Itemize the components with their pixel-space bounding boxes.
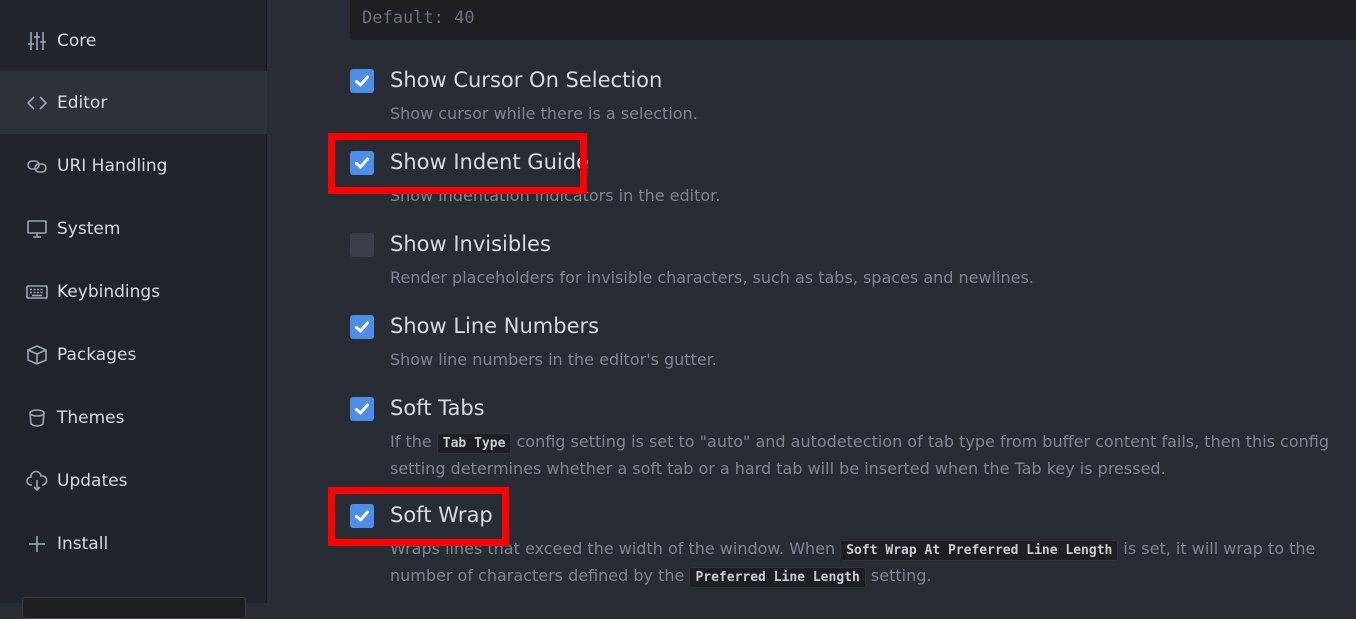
editor-settings-panel: Default: 40 Show Cursor On Selection Sho… — [268, 0, 1356, 603]
sidebar-item-install[interactable]: Install — [0, 512, 267, 575]
checkmark-icon — [355, 510, 369, 522]
inline-code: Tab Type — [436, 433, 512, 454]
desc-text: setting. — [865, 566, 932, 585]
default-value-field[interactable]: Default: 40 — [350, 0, 1356, 40]
checkmark-icon — [355, 75, 369, 87]
sidebar-item-label: Packages — [57, 344, 137, 365]
checkmark-icon — [355, 321, 369, 333]
setting-title: Show Cursor On Selection — [390, 68, 663, 92]
inline-code: Preferred Line Length — [689, 567, 866, 588]
package-icon — [26, 344, 48, 366]
checkbox-show-line-numbers[interactable] — [350, 315, 374, 339]
checkbox-show-invisibles[interactable] — [350, 233, 374, 257]
sidebar-item-themes[interactable]: Themes — [0, 386, 267, 449]
sidebar-item-label: Editor — [57, 92, 108, 113]
checkbox-soft-wrap[interactable] — [350, 504, 374, 528]
sidebar-item-label: Keybindings — [57, 281, 161, 302]
setting-description: If the Tab Type config setting is set to… — [390, 429, 1350, 481]
checkmark-icon — [355, 157, 369, 169]
sidebar-item-editor[interactable]: Editor — [0, 71, 267, 134]
checkbox-show-indent-guide[interactable] — [350, 151, 374, 175]
cloud-download-icon — [26, 470, 48, 492]
sidebar-item-system[interactable]: System — [0, 197, 267, 260]
sidebar-bottom-button[interactable] — [22, 597, 246, 619]
keyboard-icon — [26, 281, 48, 303]
checkbox-show-cursor-on-selection[interactable] — [350, 69, 374, 93]
setting-description: Show indentation indicators in the edito… — [390, 186, 721, 205]
checkmark-icon — [355, 403, 369, 415]
setting-title: Show Indent Guide — [390, 150, 589, 174]
setting-title: Soft Tabs — [390, 396, 485, 420]
sidebar-item-updates[interactable]: Updates — [0, 449, 267, 512]
sidebar-item-label: System — [57, 218, 121, 239]
setting-title: Soft Wrap — [390, 503, 493, 527]
sidebar-item-label: Themes — [57, 407, 125, 428]
checkbox-soft-tabs[interactable] — [350, 397, 374, 421]
setting-title: Show Line Numbers — [390, 314, 600, 338]
monitor-icon — [26, 218, 48, 240]
sidebar-item-label: Updates — [57, 470, 128, 491]
inline-code: Soft Wrap At Preferred Line Length — [840, 540, 1119, 561]
setting-description: Render placeholders for invisible charac… — [390, 268, 1034, 287]
paintcan-icon — [26, 407, 48, 429]
sidebar-item-uri-handling[interactable]: URI Handling — [0, 134, 267, 197]
sidebar-item-keybindings[interactable]: Keybindings — [0, 260, 267, 323]
link-icon — [26, 155, 48, 177]
settings-sidebar: Core Editor URI Handling System Keybindi… — [0, 0, 267, 619]
desc-text: If the — [390, 432, 437, 451]
code-icon — [26, 92, 48, 114]
sidebar-item-label: URI Handling — [57, 155, 168, 176]
setting-description: Wraps lines that exceed the width of the… — [390, 536, 1350, 590]
plus-icon — [26, 533, 48, 555]
sidebar-item-label: Core — [57, 30, 97, 51]
setting-description: Show cursor while there is a selection. — [390, 104, 698, 123]
setting-title: Show Invisibles — [390, 232, 551, 256]
sidebar-item-core[interactable]: Core — [0, 9, 267, 72]
setting-description: Show line numbers in the editor's gutter… — [390, 350, 717, 369]
sliders-icon — [26, 30, 48, 52]
desc-text: Wraps lines that exceed the width of the… — [390, 539, 841, 558]
sidebar-item-label: Install — [57, 533, 109, 554]
desc-text: config setting is set to "auto" and auto… — [390, 432, 1330, 478]
sidebar-item-packages[interactable]: Packages — [0, 323, 267, 386]
